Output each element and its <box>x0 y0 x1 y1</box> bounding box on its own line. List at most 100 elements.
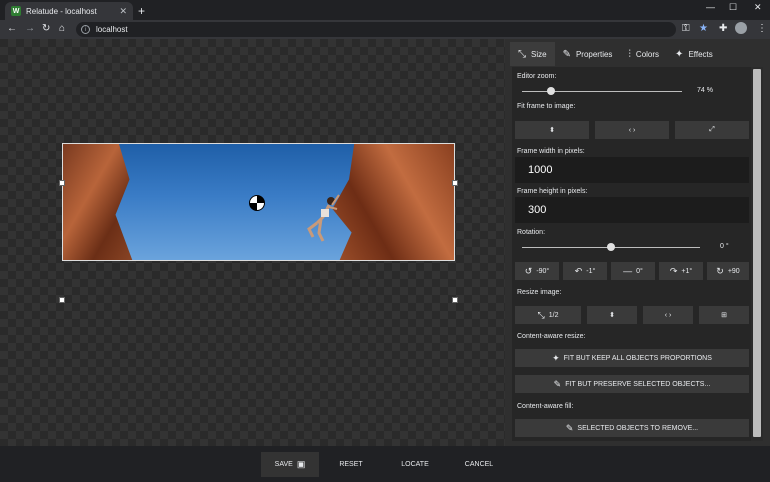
rotate-right-icon: ↻ <box>716 265 724 276</box>
resize-half-label: 1/2 <box>548 311 559 319</box>
rock-left <box>63 144 133 260</box>
content-aware-fill-label: Content-aware fill: <box>517 403 574 410</box>
new-tab-icon[interactable]: + <box>138 4 145 18</box>
fit-keep-proportions-button[interactable]: ✦ FIT BUT KEEP ALL OBJECTS PROPORTIONS <box>515 349 749 367</box>
profile-avatar[interactable] <box>735 22 747 34</box>
info-icon[interactable]: i <box>81 25 90 34</box>
key-icon[interactable]: ⚿ <box>682 23 690 34</box>
remove-label: SELECTED OBJECTS TO REMOVE... <box>577 424 699 432</box>
resize-horizontal-button[interactable]: ‹ › <box>643 306 693 324</box>
fit-frame-label: Fit frame to image: <box>517 103 576 110</box>
window-close-icon[interactable]: ✕ <box>754 2 762 13</box>
rotate-zero-label: 0° <box>636 267 643 275</box>
expand-horizontal-icon: ‹ › <box>628 126 636 134</box>
save-button[interactable]: SAVE ▣ <box>261 452 319 477</box>
rotation-knob[interactable] <box>607 243 615 251</box>
resize-fit-button[interactable]: ⊞ <box>699 306 749 324</box>
tab-properties[interactable]: ✎ Properties <box>555 42 621 66</box>
rotate-zero-button[interactable]: —0° <box>611 262 655 280</box>
frame-width-label: Frame width in pixels: <box>517 148 585 155</box>
resize-icon: ⤡ <box>518 48 526 60</box>
frame-height-label: Frame height in pixels: <box>517 188 588 195</box>
rotate-minus-90-label: -90° <box>536 267 550 275</box>
resize-handle-tr[interactable] <box>452 180 458 186</box>
rock-right <box>332 144 454 260</box>
browser-tabstrip: W Relatude - localhost ✕ + — ☐ ✕ <box>0 0 770 20</box>
magic-wand-icon: ✦ <box>675 48 684 60</box>
star-icon[interactable]: ★ <box>699 23 708 34</box>
favicon: W <box>11 6 21 16</box>
rotate-minus-1-button[interactable]: ↶ -1° <box>563 262 607 280</box>
rotate-plus-1-label: +1° <box>681 267 693 275</box>
editor-zoom-value: 74 % <box>697 87 713 94</box>
minimize-icon[interactable]: — <box>706 2 715 12</box>
dash-icon: — <box>623 266 633 276</box>
locate-label: LOCATE <box>401 461 429 468</box>
resize-handle-br[interactable] <box>452 297 458 303</box>
fit-box-icon: ⊞ <box>721 312 727 319</box>
home-icon[interactable]: ⌂ <box>59 23 65 34</box>
selected-objects-remove-button[interactable]: ✎ SELECTED OBJECTS TO REMOVE... <box>515 419 749 437</box>
browser-toolbar: ← → ↻ ⌂ i localhost ⚿ ★ ✚ ⋮ <box>0 20 770 39</box>
resize-handle-bl[interactable] <box>59 297 65 303</box>
action-bar: SAVE ▣ RESET LOCATE CANCEL <box>0 446 770 482</box>
sliders-icon: ⫶ <box>628 48 631 60</box>
fit-both-button[interactable]: ⤢ <box>675 121 749 139</box>
pencil-icon: ✎ <box>553 378 562 389</box>
rotate-plus-1-button[interactable]: ↷ +1° <box>659 262 703 280</box>
url-text: localhost <box>96 25 128 34</box>
frame-width-field[interactable]: 1000 <box>515 157 749 183</box>
rotation-label: Rotation: <box>517 229 546 236</box>
rotate-minus-90-button[interactable]: ↺ -90° <box>515 262 559 280</box>
tab-colors-label: Colors <box>635 49 660 59</box>
save-label: SAVE <box>274 461 293 468</box>
magic-wand-icon: ✦ <box>552 352 560 363</box>
fit-preserve-selected-button[interactable]: ✎ FIT BUT PRESERVE SELECTED OBJECTS... <box>515 375 749 393</box>
panel-scrollbar[interactable] <box>751 67 763 441</box>
browser-tab[interactable]: W Relatude - localhost ✕ <box>5 2 133 20</box>
fit-width-button[interactable]: ‹ › <box>595 121 669 139</box>
tab-colors[interactable]: ⫶ Colors <box>620 42 667 66</box>
menu-icon[interactable]: ⋮ <box>757 23 767 34</box>
resize-half-button[interactable]: ⤡ 1/2 <box>515 306 581 324</box>
editor-zoom-knob[interactable] <box>546 87 555 95</box>
expand-vertical-icon: ⬍ <box>609 312 615 319</box>
rotate-plus-90-button[interactable]: ↻ +90 <box>707 262 749 280</box>
rotate-minus-1-label: -1° <box>586 267 596 275</box>
resize-image-label: Resize image: <box>517 289 562 296</box>
rotate-left-icon: ↺ <box>524 265 533 276</box>
reload-icon[interactable]: ↻ <box>42 23 50 34</box>
reset-button[interactable]: RESET <box>327 452 375 477</box>
forward-icon[interactable]: → <box>25 23 35 34</box>
fit-height-button[interactable]: ⬍ <box>515 121 589 139</box>
expand-vertical-icon: ⬍ <box>549 127 555 134</box>
pencil-icon: ✎ <box>565 422 574 433</box>
floppy-disk-icon: ▣ <box>296 459 306 469</box>
back-icon[interactable]: ← <box>7 23 17 34</box>
cancel-button[interactable]: CANCEL <box>453 452 505 477</box>
reset-label: RESET <box>339 461 363 468</box>
tab-effects[interactable]: ✦ Effects <box>667 42 721 66</box>
address-bar[interactable]: i localhost <box>76 22 676 37</box>
tab-size-label: Size <box>531 49 547 59</box>
tab-properties-label: Properties <box>575 49 613 59</box>
climber-figure <box>307 194 340 242</box>
extensions-icon[interactable]: ✚ <box>719 23 727 34</box>
editor-zoom-slider[interactable] <box>522 91 682 92</box>
scrollbar-thumb[interactable] <box>753 69 761 437</box>
rotate-plus-90-label: +90 <box>727 267 740 275</box>
close-tab-icon[interactable]: ✕ <box>119 6 127 17</box>
size-tab-content: Editor zoom: 74 % Fit frame to image: ⬍ … <box>512 67 751 441</box>
resize-handle-tl[interactable] <box>59 180 65 186</box>
resize-vertical-button[interactable]: ⬍ <box>587 306 637 324</box>
content-aware-resize-label: Content-aware resize: <box>517 333 586 340</box>
tab-size[interactable]: ⤡ Size <box>510 42 555 66</box>
locate-button[interactable]: LOCATE <box>389 452 441 477</box>
focal-point-icon[interactable] <box>249 195 265 211</box>
frame-height-field[interactable]: 300 <box>515 197 749 223</box>
maximize-icon[interactable]: ☐ <box>729 2 737 13</box>
shrink-icon: ⤡ <box>537 309 545 320</box>
curve-left-icon: ↶ <box>574 265 583 276</box>
curve-right-icon: ↷ <box>669 265 678 276</box>
settings-panel: ⤡ Size ✎ Properties ⫶ Colors ✦ Effects E… <box>505 39 770 446</box>
